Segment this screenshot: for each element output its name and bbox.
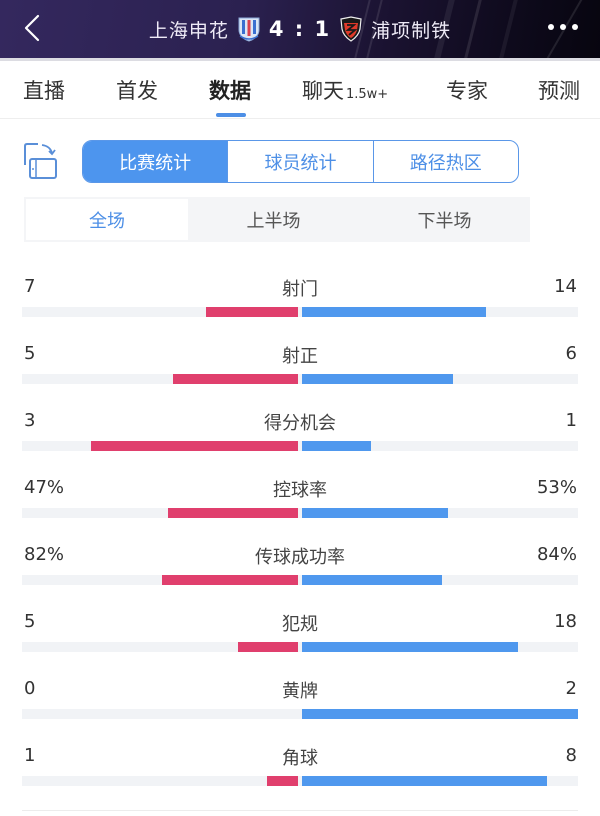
away-stat-bar [302,709,578,719]
shanghai-shenhua-badge-icon [238,17,260,42]
period-selector: 全场 上半场 下半场 [24,197,530,242]
stats-list: 7 射门 14 5 射正 6 3 得分机会 1 47% 控球率 53% 82% 传球成功率 84% 5 犯规 18… [0,262,600,798]
stat-row: 82% 传球成功率 84% [0,530,600,597]
stat-label: 角球 [282,748,318,769]
period-second-half[interactable]: 下半场 [359,197,530,242]
away-team-name: 浦项制铁 [371,19,452,42]
chat-count-badge: 1.5w+ [346,87,389,102]
active-tab-indicator [216,113,246,117]
tab-label: 预测 [538,79,580,103]
away-stat-bar [302,642,518,652]
stat-bar-track [22,374,578,384]
home-stat-bar [267,776,298,786]
pohang-steelers-badge-icon [340,16,362,42]
more-dots-icon [572,24,578,30]
rotate-screen-icon [24,143,57,179]
tab-experts[interactable]: 专家 [446,75,488,105]
stat-bar-track [22,575,578,585]
away-stat-bar [302,575,442,585]
stat-row: 0 黄牌 2 [0,664,600,731]
away-stat-value: 18 [554,611,577,632]
stat-row: 5 犯规 18 [0,597,600,664]
away-stat-bar [302,508,448,518]
score: 4 : 1 [268,17,332,41]
tab-label: 数据 [209,79,251,103]
tab-data[interactable]: 数据 [209,75,251,105]
away-stat-value: 53% [536,477,577,498]
stat-label: 黄牌 [282,681,318,702]
away-stat-bar [302,374,453,384]
home-stat-bar [162,575,298,585]
more-dots-icon [560,24,566,30]
home-stat-bar [206,307,298,317]
away-stat-value: 1 [565,410,577,431]
stat-label: 射门 [282,279,318,300]
period-full-match[interactable]: 全场 [26,199,188,240]
stat-label: 传球成功率 [255,547,345,568]
stat-type-match-stats[interactable]: 比赛统计 [83,141,228,182]
tab-label: 聊天 [302,79,344,103]
match-tabs: 直播 首发 数据 聊天 1.5w+ 专家 预测 [0,61,600,119]
list-divider [22,810,578,811]
stat-type-player-stats[interactable]: 球员统计 [227,141,372,182]
tab-label: 直播 [23,79,65,103]
tab-label: 专家 [446,79,488,103]
tab-live[interactable]: 直播 [23,75,65,105]
home-stat-bar [238,642,298,652]
away-stat-bar [302,776,547,786]
tab-prediction[interactable]: 预测 [538,75,580,105]
stat-type-selector: 比赛统计 球员统计 路径热区 [82,140,519,183]
stat-row: 5 射正 6 [0,329,600,396]
stat-row: 47% 控球率 53% [0,463,600,530]
away-stat-value: 2 [565,678,577,699]
home-team-name: 上海申花 [148,19,229,42]
home-stat-bar [173,374,298,384]
stat-bar-track [22,508,578,518]
rotate-screen-button[interactable] [22,141,58,181]
home-stat-bar [168,508,298,518]
away-stat-value: 14 [554,276,577,297]
away-stat-bar [302,307,486,317]
more-dots-icon [548,24,554,30]
stat-bar-track [22,307,578,317]
away-stat-value: 6 [565,343,577,364]
home-stat-bar [91,441,298,451]
stat-label: 犯规 [282,614,318,635]
stat-type-heatmap[interactable]: 路径热区 [372,141,518,182]
away-stat-value: 84% [536,544,577,565]
match-scoreline: 上海申花 4 : 1 浦项制铁 [0,0,600,58]
stat-label: 得分机会 [264,413,336,434]
tab-label: 首发 [116,79,158,103]
period-first-half[interactable]: 上半场 [188,197,359,242]
stat-row: 3 得分机会 1 [0,396,600,463]
more-button[interactable] [548,24,578,30]
away-stat-value: 8 [565,745,577,766]
stat-label: 控球率 [273,480,327,501]
tab-lineup[interactable]: 首发 [116,75,158,105]
stat-row: 7 射门 14 [0,262,600,329]
stat-row: 1 角球 8 [0,731,600,798]
away-stat-bar [302,441,371,451]
match-header: 上海申花 4 : 1 浦项制铁 [0,0,600,58]
tab-chat[interactable]: 聊天 1.5w+ [302,75,388,105]
stat-label: 射正 [282,346,318,367]
